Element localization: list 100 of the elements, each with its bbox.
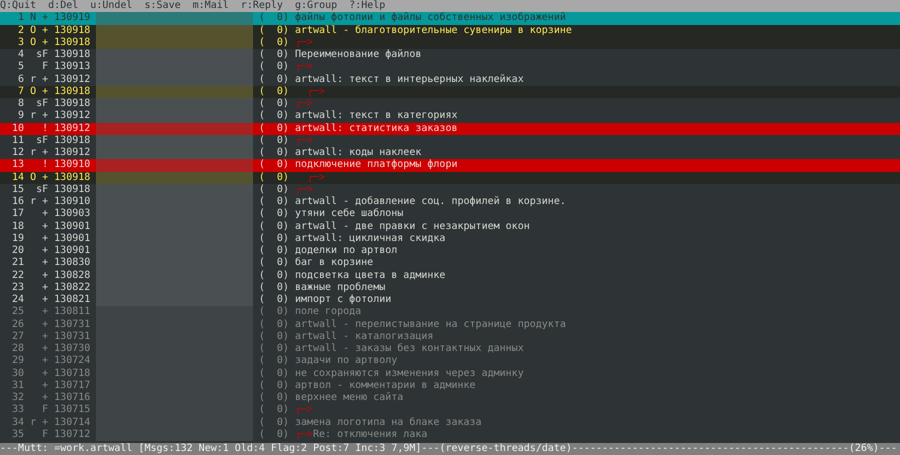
message-number: 2 [17, 24, 24, 37]
message-number: 6 [17, 74, 24, 86]
message-date: 130912 [54, 147, 90, 160]
message-flags: + [41, 282, 48, 294]
message-row[interactable]: 3 O + 130918 ( 0) ┌─> [0, 36, 900, 49]
message-row[interactable]: 1 N + 130919 ( 0) файлы фотолии и файлы собственных изображений [0, 12, 900, 24]
message-date: 130912 [54, 74, 90, 86]
message-date: 130731 [54, 318, 90, 331]
message-subject: artwall: цикличная скидка [294, 232, 446, 245]
message-date: 130717 [54, 380, 90, 392]
message-number: 1 [17, 12, 24, 24]
message-subject: artwall: коды наклеек [294, 147, 422, 159]
message-date: 130724 [54, 355, 90, 368]
message-date: 130828 [54, 270, 90, 282]
thread-arrow: ┌─> [294, 98, 313, 110]
message-number: 15 [11, 184, 24, 196]
message-size: ( 0) [258, 134, 289, 147]
message-size: ( 0) [258, 12, 289, 24]
message-number: 21 [11, 257, 24, 270]
key-hint: m:Mail [192, 0, 229, 12]
thread-arrow: ┌─> [306, 86, 326, 98]
message-date: 130901 [54, 220, 90, 233]
message-size: ( 0) [258, 24, 289, 37]
message-number: 20 [11, 245, 24, 258]
message-number: 17 [11, 208, 24, 220]
message-flags: sF [35, 98, 48, 110]
message-number: 30 [11, 368, 24, 380]
message-date: 130901 [54, 232, 90, 245]
message-subject: баг в корзине [294, 257, 374, 270]
message-subject: задачи по артволу [294, 355, 398, 368]
message-size: ( 0) [258, 147, 289, 159]
message-size: ( 0) [258, 159, 289, 172]
message-date: 130910 [54, 196, 90, 208]
message-size: ( 0) [258, 380, 289, 392]
message-flags: N + [30, 12, 48, 24]
message-flags: + [41, 318, 48, 331]
message-date: 130821 [54, 294, 90, 306]
message-date: 130918 [54, 24, 90, 37]
message-date: 130830 [54, 257, 90, 270]
message-flags: + [41, 232, 48, 245]
message-subject: доделки по артвол [294, 245, 398, 257]
message-flags: + [41, 330, 48, 343]
message-date: 130903 [54, 208, 90, 220]
message-flags: sF [35, 134, 48, 147]
message-flags: + [41, 208, 48, 220]
message-size: ( 0) [258, 61, 289, 74]
message-date: 130918 [54, 86, 90, 98]
message-size: ( 0) [258, 330, 289, 343]
key-hint: s:Save [144, 0, 181, 12]
message-flags: ! [41, 122, 48, 135]
message-number: 3 [17, 36, 24, 49]
message-number: 5 [17, 61, 24, 74]
message-number: 26 [11, 318, 24, 331]
message-subject: артвол - комментарии в админке [294, 380, 476, 392]
message-size: ( 0) [258, 318, 289, 331]
key-hint: g:Group [294, 0, 338, 12]
message-flags: + [41, 306, 48, 318]
thread-arrow: ┌─> [294, 428, 313, 441]
message-subject: важные проблемы [294, 282, 386, 294]
message-flags: + [41, 245, 48, 258]
message-date: 130718 [54, 368, 90, 380]
status-bar: ---Mutt: =work.artwall [Msgs:132 New:1 Old:4 Flag:2 Post:7 Inc:3 7,9M]---(reverse-threads/date)----------------------------------------------(26%)--- [0, 442, 900, 455]
message-date: 130811 [54, 306, 90, 318]
message-row[interactable]: 2 O + 130918 ( 0) artwall - благотворительные сувениры в корзине [0, 24, 900, 37]
message-subject: импорт с фотолии [294, 294, 392, 306]
key-hint: u:Undel [90, 0, 132, 12]
message-subject: artwall - каталогизация [294, 330, 434, 343]
message-subject: artwall: текст в интерьерных наклейках [294, 74, 524, 86]
message-number: 24 [11, 294, 24, 306]
message-size: ( 0) [258, 257, 289, 270]
message-date: 130918 [54, 36, 90, 49]
message-number: 31 [11, 380, 24, 392]
message-size: ( 0) [258, 282, 289, 294]
message-flags: + [41, 380, 48, 392]
message-flags: sF [35, 49, 48, 62]
message-flags: r + [30, 147, 48, 160]
message-subject: Re: отключения лака [313, 428, 428, 441]
message-subject: artwall: статистика заказов [294, 122, 458, 135]
message-row[interactable]: 7 O + 130918 ( 0) ┌─> [0, 86, 900, 98]
message-row[interactable]: 10 ! 130912 ( 0) artwall: статистика заказов [0, 122, 900, 135]
message-size: ( 0) [258, 86, 289, 98]
message-date: 130901 [54, 245, 90, 258]
message-flags: + [41, 355, 48, 368]
message-size: ( 0) [258, 196, 289, 208]
message-row[interactable]: 14 O + 130918 ( 0) ┌─> [0, 172, 900, 184]
message-subject: artwall - добавление соц. профилей в корзине. [294, 196, 566, 208]
message-size: ( 0) [258, 245, 289, 257]
message-size: ( 0) [258, 294, 289, 306]
message-date: 130730 [54, 343, 90, 356]
message-date: 130912 [54, 110, 90, 122]
message-number: 18 [11, 220, 24, 233]
message-date: 130913 [54, 61, 90, 74]
message-subject: замена логотипа на блаке заказа [294, 416, 482, 429]
message-size: ( 0) [258, 49, 289, 61]
message-size: ( 0) [258, 232, 289, 245]
message-size: ( 0) [258, 36, 289, 49]
message-row[interactable]: 13 ! 130910 ( 0) подключение платформы флори [0, 159, 900, 172]
message-date: 130918 [54, 184, 90, 196]
message-date: 130712 [54, 428, 90, 441]
message-flags: + [41, 294, 48, 306]
